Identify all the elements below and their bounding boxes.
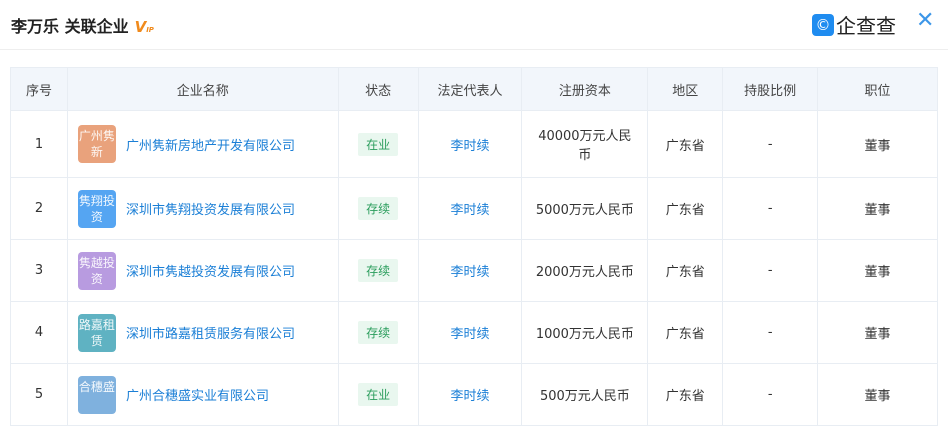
table-row: 3 隽越投资 深圳市隽越投资发展有限公司 存续 李时续 2000万元人民币 广东省…: [10, 239, 938, 302]
table-row: 1 广州隽新 广州隽新房地产开发有限公司 在业 李时续 40000万元人民币 广东…: [10, 110, 938, 178]
registered-capital: 40000万元人民币: [521, 110, 649, 178]
region: 广东省: [647, 110, 724, 178]
company-name-link[interactable]: 深圳市隽越投资发展有限公司: [126, 261, 295, 280]
status-badge: 存续: [358, 321, 399, 344]
company-logo: 广州隽新: [77, 125, 116, 163]
position: 董事: [817, 301, 938, 364]
region: 广东省: [647, 301, 724, 364]
brand-logo: © 企查查: [812, 10, 896, 39]
row-number: 4: [10, 301, 68, 364]
position: 董事: [817, 110, 938, 178]
share-ratio: -: [722, 301, 819, 364]
column-header: 企业名称: [66, 67, 339, 111]
column-header: 注册资本: [521, 67, 649, 111]
column-header: 序号: [10, 67, 68, 111]
legal-rep-link[interactable]: 李时续: [450, 389, 489, 404]
registered-capital: 500万元人民币: [521, 363, 649, 426]
row-number: 5: [10, 363, 68, 426]
company-name-link[interactable]: 深圳市隽翔投资发展有限公司: [126, 199, 295, 218]
region: 广东省: [647, 239, 724, 302]
share-ratio: -: [722, 177, 819, 240]
company-logo: 隽翔投资: [77, 189, 116, 228]
status-badge: 在业: [358, 383, 399, 406]
registered-capital: 1000万元人民币: [521, 301, 649, 364]
share-ratio: -: [722, 363, 819, 426]
dialog-header: 李万乐 关联企业 VIP © 企查查 ✕: [0, 0, 948, 50]
dialog-title: 李万乐 关联企业 VIP: [11, 17, 154, 36]
column-header: 职位: [817, 67, 938, 111]
column-header: 地区: [647, 67, 724, 111]
legal-rep-link[interactable]: 李时续: [450, 265, 489, 280]
column-header: 法定代表人: [417, 67, 523, 111]
legal-rep-link[interactable]: 李时续: [450, 203, 489, 218]
related-companies-table: 序号 企业名称 状态 法定代表人 注册资本 地区 持股比例 职位 1 广州隽新 广州隽新房地产开…: [10, 67, 938, 426]
company-logo: 合穗盛: [77, 375, 116, 414]
company-logo: 隽越投资: [77, 251, 116, 290]
table-row: 2 隽翔投资 深圳市隽翔投资发展有限公司 存续 李时续 5000万元人民币 广东省…: [10, 177, 938, 240]
table-row: 4 路嘉租赁 深圳市路嘉租赁服务有限公司 存续 李时续 1000万元人民币 广东省…: [10, 301, 938, 364]
company-name-link[interactable]: 深圳市路嘉租赁服务有限公司: [126, 323, 295, 342]
status-badge: 存续: [358, 197, 399, 220]
position: 董事: [817, 363, 938, 426]
company-name-link[interactable]: 广州隽新房地产开发有限公司: [126, 135, 295, 154]
company-name-link[interactable]: 广州合穗盛实业有限公司: [126, 385, 269, 404]
share-ratio: -: [722, 110, 819, 178]
column-header: 持股比例: [722, 67, 819, 111]
position: 董事: [817, 239, 938, 302]
close-icon[interactable]: ✕: [916, 8, 934, 33]
row-number: 2: [10, 177, 68, 240]
status-badge: 在业: [358, 132, 399, 156]
status-badge: 存续: [358, 259, 399, 282]
vip-icon: VIP: [134, 18, 154, 36]
company-logo: 路嘉租赁: [77, 313, 116, 352]
legal-rep-link[interactable]: 李时续: [450, 139, 489, 154]
row-number: 3: [10, 239, 68, 302]
registered-capital: 2000万元人民币: [521, 239, 649, 302]
column-header: 状态: [337, 67, 419, 111]
position: 董事: [817, 177, 938, 240]
region: 广东省: [647, 177, 724, 240]
qichacha-icon: ©: [812, 13, 834, 36]
legal-rep-link[interactable]: 李时续: [450, 327, 489, 342]
region: 广东省: [647, 363, 724, 426]
table-row: 5 合穗盛 广州合穗盛实业有限公司 在业 李时续 500万元人民币 广东省 - 董…: [10, 363, 938, 426]
row-number: 1: [10, 110, 68, 178]
registered-capital: 5000万元人民币: [521, 177, 649, 240]
share-ratio: -: [722, 239, 819, 302]
